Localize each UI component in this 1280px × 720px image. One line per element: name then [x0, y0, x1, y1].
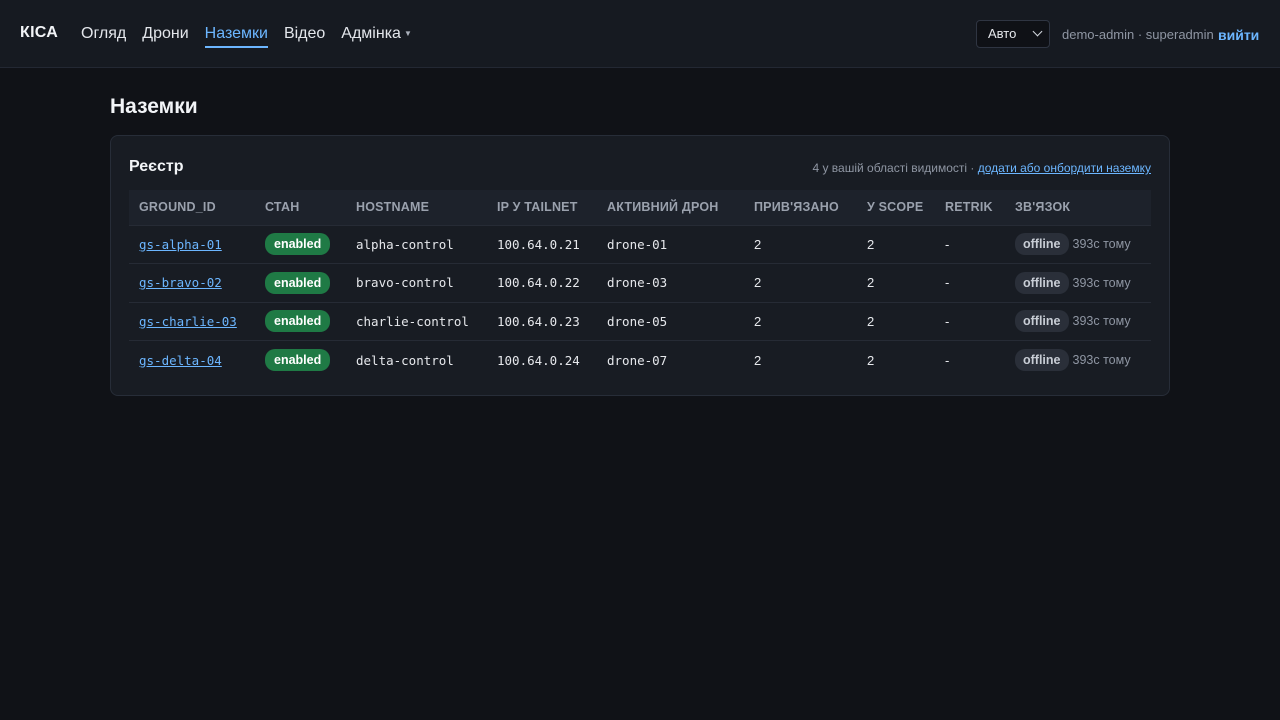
status-badge: enabled	[265, 310, 331, 333]
ground-id-link[interactable]: gs-alpha-01	[139, 237, 222, 252]
user-info: demo-admin · superadmin	[1062, 27, 1214, 42]
last-seen: 393с тому	[1072, 275, 1131, 290]
nav-admin[interactable]: Адмінка ▼	[341, 24, 412, 48]
scope-cell: 2	[867, 313, 875, 329]
table-row: gs-delta-04 enabled delta-control 100.64…	[129, 340, 1151, 380]
col-link[interactable]: ЗВ'ЯЗОК	[1005, 190, 1151, 225]
ground-id-link[interactable]: gs-delta-04	[139, 353, 222, 368]
col-active-drone[interactable]: АКТИВНИЙ ДРОН	[597, 190, 744, 225]
active-drone-cell: drone-01	[607, 236, 668, 252]
nav-video[interactable]: Відео	[284, 24, 325, 48]
bound-cell: 2	[754, 236, 762, 252]
nav-ground-stations[interactable]: Наземки	[204, 24, 268, 48]
registry-card: Реєстр 4 у вашій області видимості · дод…	[110, 135, 1170, 396]
logout-link[interactable]: вийти	[1218, 27, 1259, 43]
table-row: gs-charlie-03 enabled charlie-control 10…	[129, 302, 1151, 341]
scope-cell: 2	[867, 352, 875, 368]
last-seen: 393с тому	[1072, 314, 1131, 329]
page-title: Наземки	[110, 95, 198, 118]
active-drone-cell: drone-07	[607, 352, 668, 368]
scope-cell: 2	[867, 236, 875, 252]
nav-drones[interactable]: Дрони	[142, 24, 188, 48]
hostname-cell: bravo-control	[356, 275, 454, 291]
status-badge: enabled	[265, 233, 331, 256]
hostname-cell: charlie-control	[356, 313, 469, 329]
nav-admin-label: Адмінка	[341, 25, 401, 42]
table-row: gs-alpha-01 enabled alpha-control 100.64…	[129, 225, 1151, 264]
status-badge: enabled	[265, 271, 331, 294]
nav-overview[interactable]: Огляд	[81, 24, 126, 48]
mode-select[interactable]: Авто	[976, 20, 1050, 48]
active-drone-cell: drone-05	[607, 313, 668, 329]
mode-select-value: Авто	[988, 26, 1017, 41]
retrik-cell: -	[945, 275, 950, 291]
ip-cell: 100.64.0.22	[497, 275, 580, 291]
table-header-row: GROUND_ID СТАН HOSTNAME IP У TAILNET АКТ…	[129, 190, 1151, 225]
link-badge: offline	[1015, 271, 1069, 294]
registry-title: Реєстр	[129, 158, 184, 175]
col-retrik[interactable]: RETRIK	[935, 190, 1005, 225]
main-nav: Огляд Дрони Наземки Відео Адмінка ▼	[81, 24, 412, 48]
ip-cell: 100.64.0.23	[497, 313, 580, 329]
table-row: gs-bravo-02 enabled bravo-control 100.64…	[129, 263, 1151, 303]
col-ip[interactable]: IP У TAILNET	[487, 190, 597, 225]
link-badge: offline	[1015, 349, 1069, 371]
col-bound[interactable]: ПРИВ'ЯЗАНО	[744, 190, 857, 225]
ground-stations-table: GROUND_ID СТАН HOSTNAME IP У TAILNET АКТ…	[129, 190, 1151, 379]
brand-logo[interactable]: КІСА	[20, 24, 58, 42]
retrik-cell: -	[945, 313, 950, 329]
registry-count-text: 4 у вашій області видимості ·	[812, 161, 978, 175]
top-navbar: КІСА Огляд Дрони Наземки Відео Адмінка ▼ …	[0, 0, 1280, 68]
last-seen: 393с тому	[1072, 353, 1131, 367]
active-drone-cell: drone-03	[607, 275, 668, 291]
last-seen: 393с тому	[1072, 237, 1131, 252]
ip-cell: 100.64.0.24	[497, 352, 580, 368]
bound-cell: 2	[754, 313, 762, 329]
ground-id-link[interactable]: gs-charlie-03	[139, 314, 237, 329]
add-ground-station-link[interactable]: додати або онбордити наземку	[978, 161, 1151, 175]
link-badge: offline	[1015, 233, 1069, 256]
hostname-cell: alpha-control	[356, 236, 454, 252]
col-ground-id[interactable]: GROUND_ID	[129, 190, 255, 225]
retrik-cell: -	[945, 236, 950, 252]
bound-cell: 2	[754, 352, 762, 368]
retrik-cell: -	[945, 352, 950, 368]
col-state[interactable]: СТАН	[255, 190, 346, 225]
chevron-down-icon	[1032, 26, 1043, 37]
scope-cell: 2	[867, 275, 875, 291]
link-badge: offline	[1015, 310, 1069, 333]
col-hostname[interactable]: HOSTNAME	[346, 190, 487, 225]
col-scope[interactable]: У SCOPE	[857, 190, 935, 225]
hostname-cell: delta-control	[356, 352, 454, 368]
status-badge: enabled	[265, 349, 331, 371]
bound-cell: 2	[754, 275, 762, 291]
ip-cell: 100.64.0.21	[497, 236, 580, 252]
ground-id-link[interactable]: gs-bravo-02	[139, 275, 222, 290]
caret-down-icon: ▼	[403, 29, 412, 38]
registry-meta: 4 у вашій області видимості · додати або…	[812, 161, 1151, 175]
